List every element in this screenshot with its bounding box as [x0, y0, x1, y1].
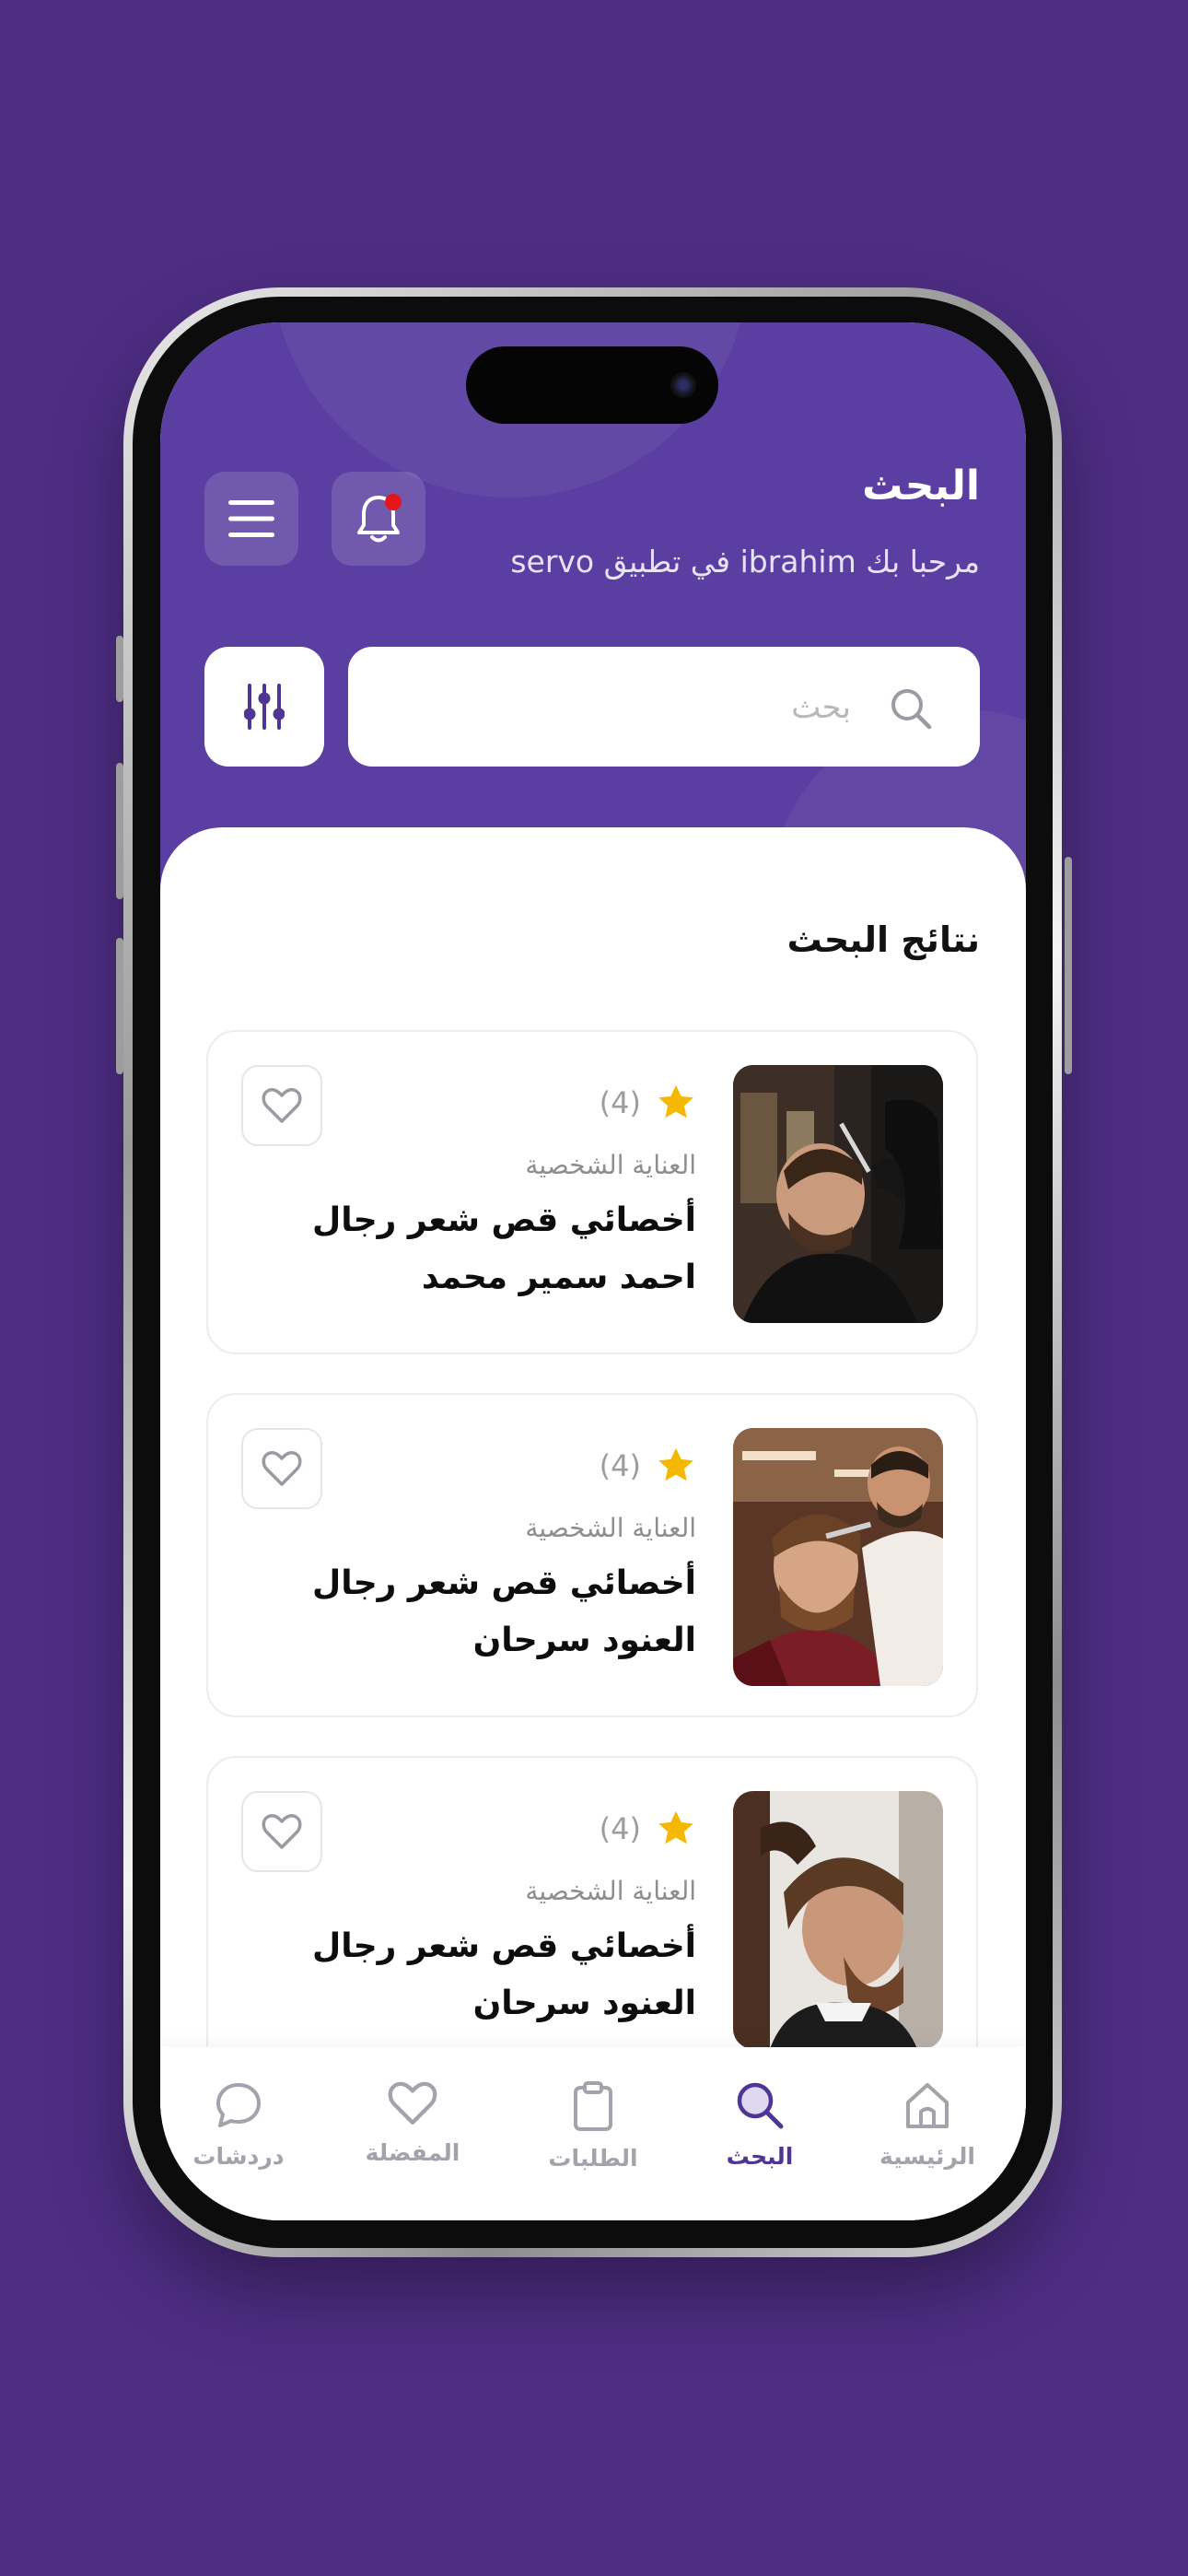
star-icon — [658, 1084, 693, 1118]
results-title: نتائج البحث — [786, 919, 980, 960]
rating: (4) — [600, 1809, 696, 1848]
provider-photo — [733, 1428, 943, 1686]
side-button-volume-down — [116, 938, 123, 1074]
tab-label: البحث — [726, 2143, 794, 2170]
rating: (4) — [600, 1446, 696, 1485]
result-card[interactable]: (4) العناية الشخصية أخصائي قص شعر رجال ا… — [206, 1030, 978, 1354]
service-title: أخصائي قص شعر رجال — [311, 1201, 696, 1239]
search-icon — [891, 689, 932, 730]
tab-label: دردشات — [192, 2143, 285, 2170]
side-button-action — [116, 636, 123, 702]
menu-icon — [228, 500, 274, 537]
heart-icon — [262, 1088, 302, 1123]
side-button-power — [1065, 857, 1072, 1074]
clipboard-icon — [574, 2081, 612, 2131]
dynamic-island — [466, 346, 718, 424]
service-title: أخصائي قص شعر رجال — [311, 1564, 696, 1602]
search-input[interactable]: بحث — [348, 647, 980, 767]
rating-count: (4) — [599, 1085, 641, 1120]
tab-orders[interactable]: الطلبات — [524, 2080, 662, 2172]
notification-badge — [385, 494, 402, 510]
heart-icon — [388, 2081, 437, 2125]
tab-chats[interactable]: دردشات — [169, 2080, 308, 2170]
service-category: العناية الشخصية — [525, 1876, 696, 1906]
page-title: البحث — [862, 463, 980, 509]
camera-lens — [670, 372, 696, 398]
tab-search[interactable]: البحث — [691, 2080, 829, 2170]
welcome-subtitle: مرحبا بك ibrahim في تطبيق servo — [510, 544, 980, 580]
search-placeholder: بحث — [791, 689, 851, 726]
provider-name: احمد سمير محمد — [421, 1259, 696, 1296]
tab-label: الرئيسية — [879, 2143, 975, 2170]
app-screen: البحث مرحبا بك ibrahim في تطبيق servo بح… — [160, 322, 1026, 2220]
rating-count: (4) — [599, 1811, 641, 1846]
bottom-tab-bar: الرئيسية البحث الطلبات المفضلة دردشات — [160, 2047, 1026, 2220]
provider-photo — [733, 1791, 943, 2049]
search-icon — [737, 2082, 784, 2129]
star-icon — [658, 1810, 693, 1844]
favorite-button[interactable] — [241, 1428, 322, 1509]
provider-name: العنود سرحان — [472, 1985, 696, 2022]
rating-count: (4) — [599, 1448, 641, 1483]
tab-home[interactable]: الرئيسية — [858, 2080, 996, 2170]
side-button-volume-up — [116, 763, 123, 899]
service-category: العناية الشخصية — [525, 1150, 696, 1180]
rating: (4) — [600, 1083, 696, 1122]
tab-label: الطلبات — [548, 2145, 638, 2172]
service-category: العناية الشخصية — [525, 1513, 696, 1543]
result-card[interactable]: (4) العناية الشخصية أخصائي قص شعر رجال ا… — [206, 1393, 978, 1717]
provider-name: العنود سرحان — [472, 1622, 696, 1659]
menu-button[interactable] — [204, 472, 298, 566]
tab-favorites[interactable]: المفضلة — [344, 2080, 482, 2166]
header-section: البحث مرحبا بك ibrahim في تطبيق servo بح… — [160, 322, 1026, 894]
provider-photo — [733, 1065, 943, 1323]
star-icon — [658, 1447, 693, 1481]
favorite-button[interactable] — [241, 1065, 322, 1146]
tab-label: المفضلة — [365, 2139, 460, 2166]
results-panel: نتائج البحث (4) العناية الشخصية أخصائي ق… — [160, 827, 1026, 2220]
heart-icon — [262, 1814, 302, 1849]
home-icon — [906, 2083, 949, 2128]
heart-icon — [262, 1451, 302, 1486]
filter-button[interactable] — [204, 647, 324, 767]
notifications-button[interactable] — [332, 472, 425, 566]
sliders-icon — [244, 684, 285, 730]
service-title: أخصائي قص شعر رجال — [311, 1927, 696, 1965]
chat-icon — [216, 2083, 261, 2127]
favorite-button[interactable] — [241, 1791, 322, 1872]
result-card[interactable]: (4) العناية الشخصية أخصائي قص شعر رجال ا… — [206, 1756, 978, 2080]
